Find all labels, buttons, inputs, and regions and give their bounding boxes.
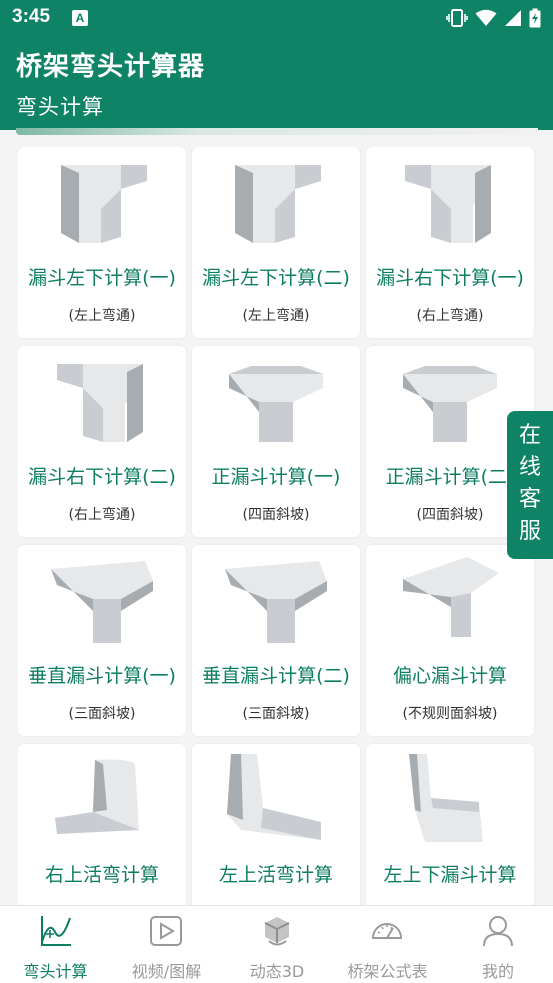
service-char: 线 <box>518 455 541 480</box>
card-title: 垂直漏斗计算(二) <box>202 665 350 687</box>
notification-a-icon: A <box>72 10 88 26</box>
calc-card[interactable]: 左上活弯计算 <box>192 744 360 905</box>
vibrate-icon <box>446 9 468 27</box>
nav-label: 弯头计算 <box>23 962 88 981</box>
card-title: 漏斗左下计算(一) <box>28 267 176 289</box>
funnel-right-bend-icon <box>405 165 491 243</box>
status-bar: 3:45 A <box>0 0 553 36</box>
nav-item-3d[interactable]: 动态3D <box>222 906 332 983</box>
card-subtitle: (三面斜坡) <box>68 706 136 722</box>
funnel-four-slope-icon <box>403 366 497 442</box>
app-header: 3:45 A 桥架弯头计算器 弯头计算 <box>0 0 553 130</box>
funnel-right-bend-icon <box>57 364 143 442</box>
calc-card[interactable]: 漏斗左下计算(一) (左上弯通) <box>18 147 186 338</box>
signal-icon <box>505 10 521 26</box>
nav-label: 我的 <box>481 962 514 981</box>
card-subtitle: (不规则面斜坡) <box>402 706 498 722</box>
card-title: 垂直漏斗计算(一) <box>28 665 176 687</box>
vertical-funnel-icon <box>225 561 327 643</box>
vertical-funnel-icon <box>51 561 153 643</box>
card-title: 左上下漏斗计算 <box>383 864 517 886</box>
wifi-icon <box>475 9 497 26</box>
eccentric-funnel-icon <box>403 557 499 637</box>
left-up-bend-icon <box>227 754 321 840</box>
calc-card[interactable]: 偏心漏斗计算 (不规则面斜坡) <box>366 545 534 736</box>
3d-cube-icon <box>264 917 290 946</box>
nav-item-video[interactable]: 视频/图解 <box>111 906 222 983</box>
card-title: 偏心漏斗计算 <box>392 665 507 687</box>
card-subtitle: (四面斜坡) <box>242 507 310 523</box>
card-subtitle: (右上弯通) <box>68 507 136 523</box>
nav-label: 动态3D <box>249 962 305 981</box>
right-up-bend-icon <box>55 759 139 834</box>
status-time: 3:45 <box>12 6 51 27</box>
calc-card[interactable]: 左上下漏斗计算 <box>366 744 534 905</box>
service-char: 客 <box>518 487 541 512</box>
calc-grid: 漏斗左下计算(一) (左上弯通) 漏斗左下计算(二) (左上弯通) 漏斗右下计算(一… <box>18 147 536 905</box>
bottom-nav: 弯头计算 视频/图解 动态3D 桥架公式表 我的 <box>0 905 553 983</box>
online-service-button[interactable]: 在 线 客 服 <box>507 411 553 559</box>
status-icons <box>446 7 541 29</box>
header-divider <box>16 128 538 135</box>
battery-charging-icon <box>529 8 541 28</box>
nav-label: 桥架公式表 <box>347 962 428 981</box>
funnel-left-bend-icon <box>235 165 321 243</box>
calc-card[interactable]: 漏斗左下计算(二) (左上弯通) <box>192 147 360 338</box>
card-title: 漏斗右下计算(二) <box>28 466 176 488</box>
page-subtitle: 弯头计算 <box>16 95 104 119</box>
calc-card[interactable]: 垂直漏斗计算(一) (三面斜坡) <box>18 545 186 736</box>
card-subtitle: (左上弯通) <box>68 308 136 324</box>
service-char: 服 <box>518 519 541 544</box>
nav-label: 视频/图解 <box>131 962 202 981</box>
calc-card[interactable]: 右上活弯计算 <box>18 744 186 905</box>
card-title: 左上活弯计算 <box>218 864 333 886</box>
funnel-four-slope-icon <box>229 366 323 442</box>
chart-curve-icon <box>41 916 71 946</box>
card-title: 右上活弯计算 <box>44 864 159 886</box>
video-play-icon <box>150 916 182 946</box>
left-updown-funnel-icon <box>409 754 483 842</box>
card-subtitle: (三面斜坡) <box>242 706 310 722</box>
app-title: 桥架弯头计算器 <box>16 52 206 82</box>
card-title: 正漏斗计算(一) <box>211 466 341 488</box>
card-subtitle: (右上弯通) <box>416 308 484 324</box>
card-title: 漏斗左下计算(二) <box>202 267 350 289</box>
card-subtitle: (左上弯通) <box>242 308 310 324</box>
calc-card[interactable]: 漏斗右下计算(二) (右上弯通) <box>18 346 186 537</box>
funnel-left-bend-icon <box>61 165 147 243</box>
nav-item-formula[interactable]: 桥架公式表 <box>332 906 443 983</box>
user-icon <box>483 916 513 947</box>
card-title: 漏斗右下计算(一) <box>376 267 524 289</box>
calc-card[interactable]: 垂直漏斗计算(二) (三面斜坡) <box>192 545 360 736</box>
calc-card[interactable]: 正漏斗计算(一) (四面斜坡) <box>192 346 360 537</box>
nav-item-mine[interactable]: 我的 <box>443 906 553 983</box>
nav-item-bend-calc[interactable]: 弯头计算 <box>0 906 111 983</box>
calc-card[interactable]: 漏斗右下计算(一) (右上弯通) <box>366 147 534 338</box>
gauge-icon <box>371 923 403 939</box>
service-char: 在 <box>518 423 541 448</box>
